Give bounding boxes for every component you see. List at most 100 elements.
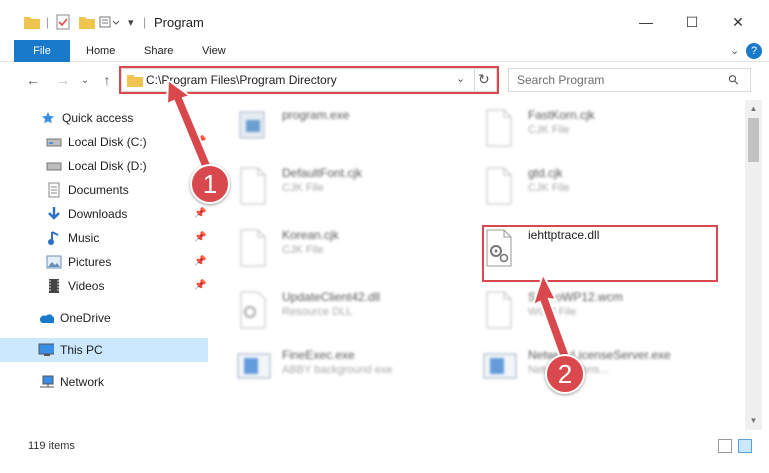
- separator: |: [143, 15, 147, 29]
- sidebar-item-label: Videos: [68, 279, 105, 293]
- sidebar-item-this-pc[interactable]: This PC: [0, 338, 208, 362]
- address-highlight: [119, 66, 499, 94]
- file-icon: [482, 290, 516, 330]
- file-item[interactable]: program.exe: [212, 104, 452, 150]
- pin-icon: 📌: [194, 208, 207, 219]
- details-view-icon[interactable]: [718, 439, 732, 453]
- tab-home[interactable]: Home: [76, 40, 125, 62]
- search-box[interactable]: Search Program ⚲: [508, 68, 751, 92]
- pin-icon: 📌: [194, 232, 207, 243]
- tab-share[interactable]: Share: [134, 40, 183, 62]
- maximize-button[interactable]: ☐: [672, 8, 712, 36]
- drive-icon: [46, 134, 62, 150]
- scroll-thumb[interactable]: [748, 118, 759, 162]
- help-icon[interactable]: ?: [746, 43, 762, 59]
- search-icon[interactable]: ⚲: [725, 71, 743, 89]
- file-name: gtd.cjk: [528, 166, 563, 180]
- file-type: Resource DLL: [282, 306, 353, 318]
- folder-icon: [24, 12, 40, 32]
- close-button[interactable]: ✕: [718, 8, 758, 36]
- documents-icon: [46, 182, 62, 198]
- file-type: CJK File: [282, 244, 324, 256]
- file-item[interactable]: Korean.cjk CJK File: [212, 224, 452, 270]
- callout-step-1: 1: [190, 164, 230, 204]
- title-bar: | ▾ | Program — ☐ ✕: [0, 0, 769, 40]
- sidebar-item-onedrive[interactable]: OneDrive: [0, 306, 208, 330]
- tab-view[interactable]: View: [192, 40, 236, 62]
- file-type: WCM File: [528, 306, 577, 318]
- item-count: 119 items: [28, 440, 75, 452]
- sidebar-item-quick-access[interactable]: Quick access: [0, 106, 208, 130]
- sidebar-item-documents[interactable]: Documents 📌: [0, 178, 208, 202]
- sidebar-item-label: Network: [60, 375, 105, 389]
- sidebar-item-label: Pictures: [68, 255, 112, 269]
- file-type: CJK File: [528, 182, 570, 194]
- back-button[interactable]: ←: [24, 71, 42, 89]
- file-item[interactable]: gtd.cjk CJK File: [458, 162, 698, 208]
- properties-icon[interactable]: [56, 12, 70, 32]
- dll-icon: [236, 290, 270, 330]
- separator: |: [46, 15, 50, 29]
- pc-icon: [38, 342, 54, 358]
- file-icon: [482, 108, 516, 148]
- file-item[interactable]: FineExec.exe ABBY background exe: [212, 344, 452, 390]
- up-button[interactable]: ↑: [98, 71, 116, 89]
- drive-icon: [46, 158, 62, 174]
- file-type: CJK File: [282, 182, 324, 194]
- recent-locations-button[interactable]: ⌄: [76, 71, 94, 89]
- expand-ribbon-icon[interactable]: ⌄: [730, 44, 744, 58]
- pictures-icon: [46, 254, 62, 270]
- star-icon: [40, 110, 56, 126]
- ribbon-tabs: File Home Share View ⌄ ?: [0, 40, 769, 62]
- sidebar-item-local-disk-d[interactable]: Local Disk (D:): [0, 154, 208, 178]
- scroll-up-icon[interactable]: ▲: [745, 102, 762, 116]
- sidebar-item-music[interactable]: Music 📌: [0, 226, 208, 250]
- sidebar-item-local-disk-c[interactable]: Local Disk (C:) 📌: [0, 130, 208, 154]
- exe-icon: [236, 108, 270, 148]
- callout-step-2: 2: [545, 354, 585, 394]
- sidebar-item-label: This PC: [60, 343, 103, 357]
- pin-icon: 📌: [194, 280, 207, 291]
- customize-toolbar-icon[interactable]: [99, 12, 121, 32]
- file-name: ScanoWP12.wcm: [528, 290, 623, 304]
- file-item[interactable]: DefaultFont.cjk CJK File: [212, 162, 452, 208]
- file-name: DefaultFont.cjk: [282, 166, 363, 180]
- file-icon: [236, 228, 270, 268]
- vertical-scrollbar[interactable]: ▲ ▼: [745, 100, 762, 430]
- sidebar-item-downloads[interactable]: Downloads 📌: [0, 202, 208, 226]
- sidebar-item-pictures[interactable]: Pictures 📌: [0, 250, 208, 274]
- target-file-highlight: [482, 225, 718, 282]
- dropdown-arrow-icon[interactable]: ▾: [128, 12, 134, 32]
- new-folder-icon[interactable]: [79, 12, 95, 32]
- sidebar-item-label: Quick access: [62, 111, 134, 125]
- sidebar-item-label: Local Disk (C:): [68, 135, 147, 149]
- file-name: program.exe: [282, 108, 350, 122]
- file-type: ABBY background exe: [282, 364, 393, 376]
- status-bar: 119 items: [0, 435, 769, 457]
- large-icons-view-icon[interactable]: [738, 439, 752, 453]
- tab-file[interactable]: File: [14, 40, 70, 62]
- window-title: Program: [154, 15, 204, 30]
- file-item[interactable]: ScanoWP12.wcm WCM File: [458, 286, 698, 332]
- file-type: CJK File: [528, 124, 570, 136]
- minimize-button[interactable]: —: [626, 8, 666, 36]
- app-icon: [482, 348, 517, 388]
- scroll-down-icon[interactable]: ▼: [745, 414, 762, 428]
- sidebar-item-label: Downloads: [68, 207, 128, 221]
- cloud-icon: [38, 310, 54, 326]
- file-item[interactable]: UpdateClient42.dll Resource DLL: [212, 286, 452, 332]
- file-icon: [482, 166, 516, 206]
- file-icon: [236, 166, 270, 206]
- search-input[interactable]: Search Program: [517, 73, 604, 87]
- network-icon: [38, 374, 54, 390]
- file-name: FineExec.exe: [282, 348, 355, 362]
- sidebar-item-label: Music: [68, 231, 100, 245]
- file-name: FastKorn.cjk: [528, 108, 595, 122]
- forward-button[interactable]: →: [54, 71, 72, 89]
- file-name: UpdateClient42.dll: [282, 290, 381, 304]
- sidebar-item-label: Local Disk (D:): [68, 159, 147, 173]
- file-item[interactable]: FastKorn.cjk CJK File: [458, 104, 698, 150]
- sidebar-item-label: Documents: [68, 183, 129, 197]
- sidebar-item-network[interactable]: Network: [0, 370, 208, 394]
- sidebar-item-videos[interactable]: Videos 📌: [0, 274, 208, 298]
